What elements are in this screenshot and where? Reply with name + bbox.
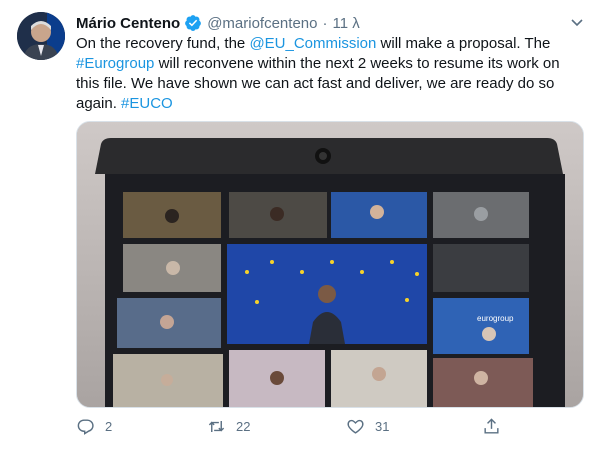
tweet-text-part: On the recovery fund, the: [76, 35, 250, 52]
retweet-count: 22: [236, 418, 251, 434]
retweet-icon: [208, 420, 225, 432]
retweet-button[interactable]: 22: [207, 417, 250, 436]
reply-count: 2: [105, 418, 113, 434]
tweet-text-part: will make a proposal. The: [376, 35, 551, 52]
tweet-text: On the recovery fund, the @EU_Commission…: [76, 34, 576, 114]
separator-dot: ·: [322, 14, 328, 32]
tweet-timestamp[interactable]: 11 λ: [332, 15, 359, 32]
like-count: 31: [375, 418, 390, 434]
reply-icon: [77, 418, 94, 435]
avatar[interactable]: [17, 12, 65, 60]
heart-icon: [347, 419, 364, 434]
tweet-header: Mário Centeno @mariofcenteno · 11 λ: [76, 12, 360, 34]
hashtag-link[interactable]: #Eurogroup: [76, 55, 154, 72]
author-name[interactable]: Mário Centeno: [76, 15, 180, 32]
like-button[interactable]: 31: [346, 417, 389, 436]
tweet-photo[interactable]: eurogroup: [76, 121, 584, 408]
share-icon: [484, 417, 499, 434]
tweet-card[interactable]: Mário Centeno @mariofcenteno · 11 λ On t…: [0, 0, 605, 451]
mention-link[interactable]: @EU_Commission: [249, 35, 376, 52]
verified-badge-icon: [184, 14, 202, 32]
hashtag-link[interactable]: #EUCO: [121, 95, 173, 112]
screen-label: eurogroup: [477, 314, 514, 323]
author-handle[interactable]: @mariofcenteno: [207, 15, 317, 32]
chevron-down-icon[interactable]: [569, 14, 585, 30]
share-button[interactable]: [482, 417, 501, 436]
reply-button[interactable]: 2: [76, 417, 112, 436]
tweet-actions: 2 22 31: [76, 414, 516, 438]
